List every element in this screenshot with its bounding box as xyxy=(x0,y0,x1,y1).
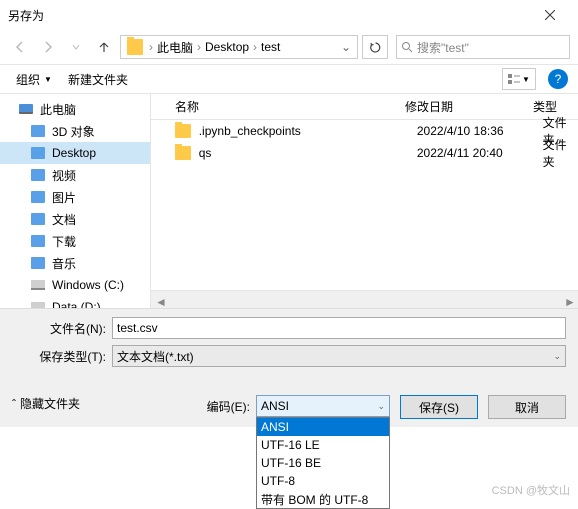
titlebar: 另存为 xyxy=(0,0,578,30)
music-icon xyxy=(31,257,45,269)
breadcrumb[interactable]: › 此电脑 › Desktop › test ⌄ xyxy=(120,35,358,59)
sidebar-item-music[interactable]: 音乐 xyxy=(0,252,150,274)
encoding-option[interactable]: UTF-8 xyxy=(257,472,389,490)
cancel-button[interactable]: 取消 xyxy=(488,395,566,419)
main-area: 此电脑 3D 对象 Desktop 视频 图片 文档 下载 音乐 Windows… xyxy=(0,94,578,308)
pc-icon xyxy=(19,104,33,114)
crumb-test[interactable]: test xyxy=(259,40,282,54)
sidebar-item-d-drive[interactable]: Data (D:) xyxy=(0,296,150,308)
file-list: 名称 修改日期 类型 .ipynb_checkpoints 2022/4/10 … xyxy=(150,94,578,308)
filetype-label: 保存类型(T): xyxy=(12,348,112,365)
close-button[interactable] xyxy=(530,0,570,30)
toolbar: 组织▼ 新建文件夹 ▼ ? xyxy=(0,64,578,94)
crumb-desktop[interactable]: Desktop xyxy=(203,40,251,54)
chevron-down-icon: ▼ xyxy=(522,75,530,84)
sidebar-item-documents[interactable]: 文档 xyxy=(0,208,150,230)
encoding-option[interactable]: 带有 BOM 的 UTF-8 xyxy=(257,490,389,508)
back-button[interactable] xyxy=(8,35,32,59)
forward-button[interactable] xyxy=(36,35,60,59)
up-button[interactable] xyxy=(92,35,116,59)
3d-icon xyxy=(31,125,45,137)
save-button[interactable]: 保存(S) xyxy=(400,395,478,419)
chevron-right-icon: › xyxy=(251,40,259,54)
chevron-down-icon[interactable]: ⌄ xyxy=(337,40,355,54)
encoding-dropdown: ANSI UTF-16 LE UTF-16 BE UTF-8 带有 BOM 的 … xyxy=(256,417,390,509)
filetype-select[interactable]: 文本文档(*.txt) ⌄ xyxy=(112,345,566,367)
col-name[interactable]: 名称 xyxy=(175,98,405,115)
drive-icon xyxy=(31,302,45,308)
search-input[interactable]: 搜索"test" xyxy=(396,35,570,59)
encoding-option[interactable]: UTF-16 LE xyxy=(257,436,389,454)
window-title: 另存为 xyxy=(8,7,530,24)
list-item[interactable]: .ipynb_checkpoints 2022/4/10 18:36 文件夹 xyxy=(151,120,578,142)
sidebar: 此电脑 3D 对象 Desktop 视频 图片 文档 下载 音乐 Windows… xyxy=(0,94,150,308)
picture-icon xyxy=(31,191,45,203)
search-placeholder: 搜索"test" xyxy=(417,39,469,56)
folder-icon xyxy=(127,39,143,55)
sidebar-item-pictures[interactable]: 图片 xyxy=(0,186,150,208)
desktop-icon xyxy=(31,147,45,159)
sidebar-item-pc[interactable]: 此电脑 xyxy=(0,98,150,120)
encoding-label: 编码(E): xyxy=(207,395,256,415)
encoding-option[interactable]: UTF-16 BE xyxy=(257,454,389,472)
nav-bar: › 此电脑 › Desktop › test ⌄ 搜索"test" xyxy=(0,30,578,64)
col-date[interactable]: 修改日期 xyxy=(405,98,533,115)
document-icon xyxy=(31,213,45,225)
search-icon xyxy=(401,41,413,53)
list-item[interactable]: qs 2022/4/11 20:40 文件夹 xyxy=(151,142,578,164)
crumb-root[interactable]: 此电脑 xyxy=(155,39,195,56)
chevron-down-icon: ▼ xyxy=(44,75,52,84)
drive-icon xyxy=(31,280,45,290)
filename-label: 文件名(N): xyxy=(12,320,112,337)
video-icon xyxy=(31,169,45,181)
col-type[interactable]: 类型 xyxy=(533,98,557,115)
refresh-button[interactable] xyxy=(362,35,388,59)
h-scrollbar[interactable]: ◄ ► xyxy=(151,290,578,308)
download-icon xyxy=(31,235,45,247)
sidebar-item-downloads[interactable]: 下载 xyxy=(0,230,150,252)
encoding-select[interactable]: ANSI ⌄ xyxy=(256,395,390,417)
recent-dropdown[interactable] xyxy=(64,35,88,59)
bottom-panel: 文件名(N): 保存类型(T): 文本文档(*.txt) ⌄ ˆ 隐藏文件夹 编… xyxy=(0,308,578,427)
chevron-down-icon: ⌄ xyxy=(553,351,561,362)
folder-icon xyxy=(175,124,191,138)
encoding-option[interactable]: ANSI xyxy=(257,418,389,436)
folder-icon xyxy=(175,146,191,160)
hide-folders-button[interactable]: ˆ 隐藏文件夹 xyxy=(12,395,80,412)
sidebar-item-desktop[interactable]: Desktop xyxy=(0,142,150,164)
help-button[interactable]: ? xyxy=(548,69,568,89)
new-folder-button[interactable]: 新建文件夹 xyxy=(62,69,134,90)
column-headers: 名称 修改日期 类型 xyxy=(151,94,578,120)
scroll-left-icon[interactable]: ◄ xyxy=(155,295,165,305)
scroll-right-icon[interactable]: ► xyxy=(564,295,574,305)
sidebar-item-videos[interactable]: 视频 xyxy=(0,164,150,186)
chevron-right-icon: › xyxy=(195,40,203,54)
chevron-down-icon: ⌄ xyxy=(377,401,385,412)
sidebar-item-3d[interactable]: 3D 对象 xyxy=(0,120,150,142)
watermark: CSDN @牧文山 xyxy=(492,482,570,498)
filename-input[interactable] xyxy=(112,317,566,339)
organize-menu[interactable]: 组织▼ xyxy=(10,69,58,90)
sidebar-item-c-drive[interactable]: Windows (C:) xyxy=(0,274,150,296)
chevron-right-icon: › xyxy=(147,40,155,54)
view-options-button[interactable]: ▼ xyxy=(502,68,536,90)
chevron-up-icon: ˆ xyxy=(12,397,16,411)
